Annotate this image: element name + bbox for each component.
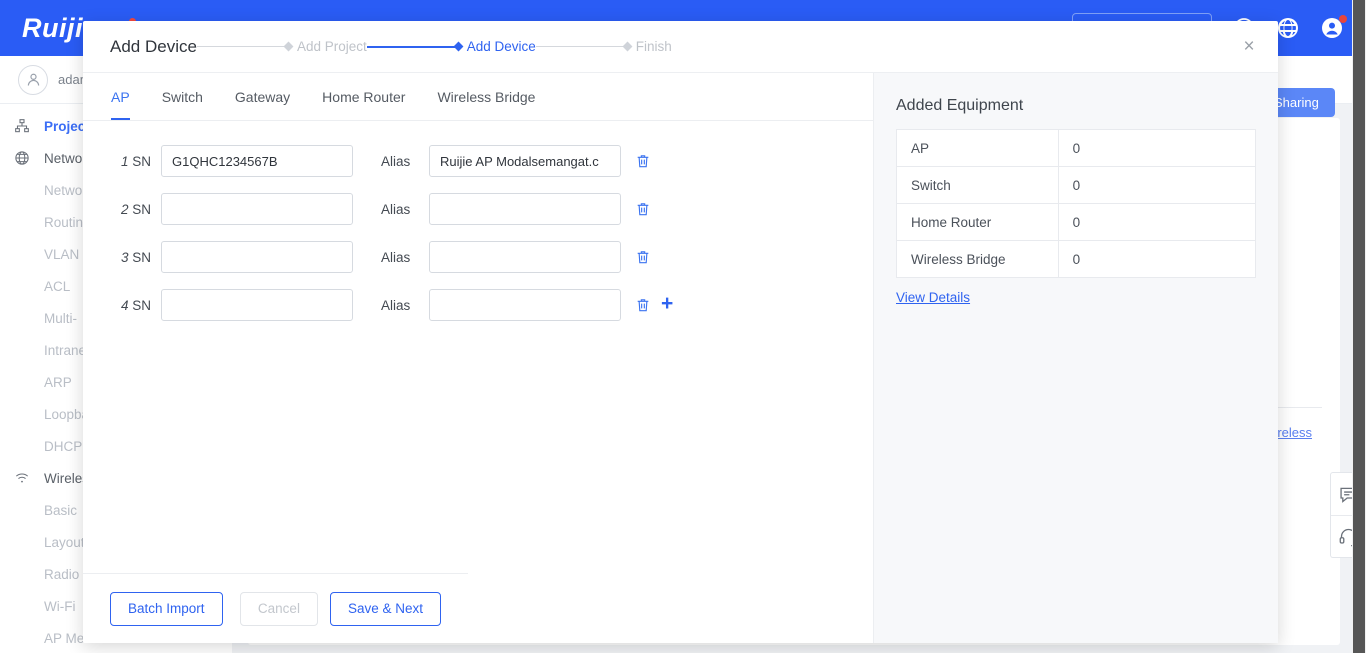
step-connector [535, 46, 624, 47]
sn-row-label: 3 SN [120, 249, 151, 265]
tab-wireless-bridge[interactable]: Wireless Bridge [437, 73, 535, 120]
sn-row-label: 1 SN [120, 153, 151, 169]
alias-label: Alias [381, 201, 411, 217]
step-connector [196, 46, 285, 47]
device-row: 3 SN Alias [111, 237, 873, 277]
equipment-type: AP [896, 129, 1059, 167]
modal-header: Add Device Add Project Add Device Finish… [83, 21, 1278, 73]
cancel-button[interactable]: Cancel [239, 591, 318, 626]
trash-icon[interactable] [635, 153, 651, 169]
sn-row-label: 2 SN [120, 201, 151, 217]
step-finish[interactable]: Finish [622, 39, 672, 54]
modal-title: Add Device [110, 36, 197, 56]
sn-input[interactable] [161, 145, 353, 177]
alias-input[interactable] [429, 289, 621, 321]
globe-icon[interactable] [1276, 16, 1300, 40]
account-icon[interactable] [1320, 15, 1347, 40]
scrollbar-thumb[interactable] [1353, 0, 1365, 653]
step-connector-active [366, 45, 455, 48]
equipment-type: Switch [896, 166, 1059, 204]
sn-input[interactable] [161, 289, 353, 321]
alias-label: Alias [381, 249, 411, 265]
page-scrollbar[interactable] [1352, 0, 1366, 653]
globe-icon [14, 149, 36, 167]
close-icon[interactable]: × [1236, 34, 1262, 60]
table-row: Home Router 0 [896, 203, 1257, 241]
step-add-device[interactable]: Add Device [453, 39, 536, 54]
table-row: Switch 0 [896, 166, 1257, 204]
alias-label: Alias [381, 153, 411, 169]
tab-switch[interactable]: Switch [162, 73, 203, 120]
step-label: Add Project [296, 39, 367, 54]
device-row: 4 SN Alias + [111, 285, 873, 325]
added-equipment-pane: Added Equipment AP 0 Switch 0 Home Route… [873, 73, 1278, 643]
step-marker-icon [622, 41, 633, 52]
alias-input[interactable] [429, 193, 621, 225]
tab-home-router[interactable]: Home Router [322, 73, 405, 120]
sitemap-icon [14, 117, 36, 135]
sn-row-label: 4 SN [120, 297, 151, 313]
footer-actions: Cancel Save & Next [239, 591, 441, 626]
avatar [18, 64, 48, 95]
wifi-icon [14, 469, 36, 487]
notification-badge [1339, 15, 1347, 23]
sn-input[interactable] [161, 241, 353, 273]
alias-input[interactable] [429, 241, 621, 273]
add-device-modal: Add Device Add Project Add Device Finish… [83, 21, 1278, 643]
step-label: Finish [635, 39, 672, 54]
equipment-count: 0 [1057, 203, 1257, 241]
added-equipment-table: AP 0 Switch 0 Home Router 0 Wireless Bri… [896, 129, 1257, 278]
device-form-pane: AP Switch Gateway Home Router Wireless B… [83, 73, 873, 643]
device-row: 1 SN Alias [111, 141, 873, 181]
wizard-stepper: Add Project Add Device Finish [196, 39, 672, 54]
equipment-count: 0 [1057, 129, 1257, 167]
table-row: AP 0 [896, 129, 1257, 167]
trash-icon[interactable] [635, 297, 651, 313]
equipment-type: Wireless Bridge [896, 240, 1059, 278]
trash-icon[interactable] [635, 201, 651, 217]
step-add-project[interactable]: Add Project [283, 39, 367, 54]
step-label: Add Device [466, 39, 536, 54]
equipment-type: Home Router [896, 203, 1059, 241]
batch-import-button[interactable]: Batch Import [110, 591, 223, 626]
step-marker-icon [453, 41, 464, 52]
sn-input[interactable] [161, 193, 353, 225]
alias-input[interactable] [429, 145, 621, 177]
tab-gateway[interactable]: Gateway [235, 73, 290, 120]
alias-label: Alias [381, 297, 411, 313]
added-equipment-title: Added Equipment [896, 97, 1024, 114]
trash-icon[interactable] [635, 249, 651, 265]
step-marker-icon [283, 41, 294, 52]
device-row: 2 SN Alias [111, 189, 873, 229]
save-next-button[interactable]: Save & Next [329, 591, 441, 626]
equipment-count: 0 [1057, 166, 1257, 204]
equipment-count: 0 [1057, 240, 1257, 278]
table-row: Wireless Bridge 0 [896, 240, 1257, 278]
device-type-tabs: AP Switch Gateway Home Router Wireless B… [83, 73, 873, 121]
device-rows: 1 SN Alias 2 SN Alias [83, 121, 873, 325]
modal-footer: Batch Import Cancel Save & Next [83, 573, 468, 643]
plus-icon[interactable]: + [661, 293, 677, 314]
tab-ap[interactable]: AP [111, 73, 130, 120]
view-details-link[interactable]: View Details [896, 290, 970, 305]
modal-body: AP Switch Gateway Home Router Wireless B… [83, 73, 1278, 643]
